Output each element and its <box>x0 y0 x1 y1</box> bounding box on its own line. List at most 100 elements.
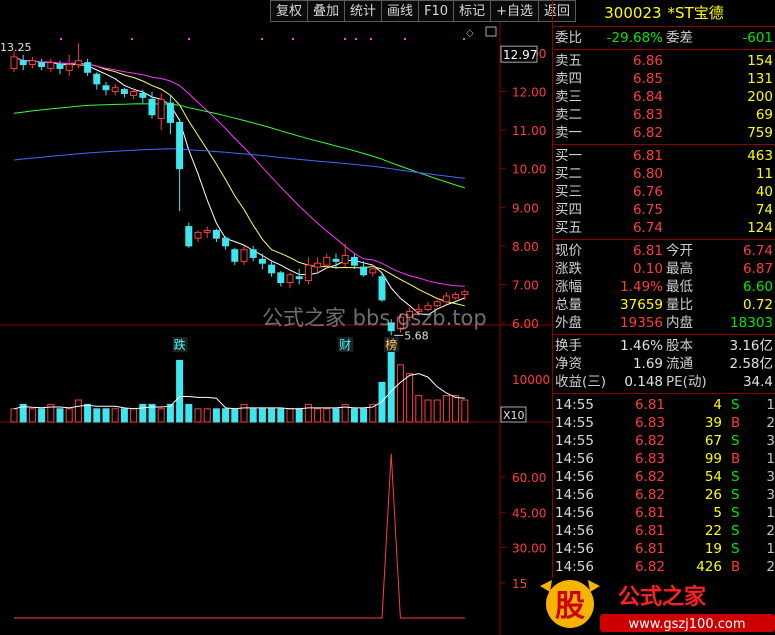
tick-qty: 5 <box>713 505 722 521</box>
sells-row: 卖四 6.85 131 <box>553 70 775 88</box>
stat-label: 涨跌 <box>555 261 582 277</box>
volume-bar <box>433 399 441 423</box>
stat-value: 37659 <box>620 297 663 313</box>
volume-bar <box>38 408 46 423</box>
sells-price: 6.86 <box>632 53 663 69</box>
tick-list[interactable]: 14:55 6.81 4 S 1 14:55 6.83 39 B 2 14:55 6.82 67 S 3 14… <box>553 396 775 576</box>
volume-bar <box>304 403 312 423</box>
volume-bar <box>268 408 276 423</box>
volume-bar <box>157 408 165 423</box>
fin-label: 流通 <box>666 356 693 372</box>
event-label: 跌 <box>174 337 186 352</box>
volume-bar <box>249 408 257 423</box>
volume-bar <box>194 408 202 423</box>
volume-bar <box>203 408 211 423</box>
mark-button[interactable]: 标记 <box>454 0 492 22</box>
tick-price: 6.83 <box>634 451 665 467</box>
buys-price: 6.75 <box>632 202 663 218</box>
fin-value: 0.148 <box>624 374 663 390</box>
diamond-icon[interactable]: ◇ <box>466 28 474 39</box>
price-axis-label: 9.00 <box>512 201 539 215</box>
sells-row: 卖二 6.83 69 <box>553 106 775 124</box>
stat-value: 1.49% <box>620 279 663 295</box>
candle-body <box>120 89 128 95</box>
price-axis-label: 8.00 <box>512 240 539 254</box>
candle-body <box>350 256 358 266</box>
tick-side: S <box>731 541 740 557</box>
stat-value: 18303 <box>730 315 773 331</box>
volume-bar <box>332 408 340 423</box>
volume-axis-label: 10000 <box>512 373 550 387</box>
volume-bar <box>56 408 64 423</box>
fin-row: 净资 1.69 流通 2.58亿 <box>553 355 775 373</box>
tick-count: 3 <box>766 433 775 449</box>
candle-body <box>47 62 55 69</box>
stat-row: 涨幅 1.49% 最低 6.60 <box>553 278 775 296</box>
candle-body <box>332 258 340 262</box>
volume-bar <box>231 408 239 423</box>
buy-orders: 买一 6.81 463 买二 6.80 11 买三 6.76 40 买四 6.75 74 买五 6.74 1… <box>553 147 775 237</box>
price-axis: 13.0012.0011.0010.009.008.007.006.0012.9… <box>500 45 546 331</box>
tick-count: 3 <box>766 487 775 503</box>
tick-row: 14:56 6.82 26 S 3 <box>553 486 775 504</box>
draw-line-button[interactable]: 画线 <box>382 0 420 22</box>
window-icon[interactable] <box>485 26 497 37</box>
candle-body <box>93 73 101 85</box>
financial-stats: 换手 1.46% 股本 3.16亿 净资 1.69 流通 2.58亿 收益(三) 0.148 PE(… <box>553 337 775 391</box>
fin-row: 换手 1.46% 股本 3.16亿 <box>553 337 775 355</box>
sells-label: 卖五 <box>555 53 582 69</box>
stat-label: 今开 <box>666 243 693 259</box>
volume-bar <box>240 403 248 423</box>
stock-title: 300023 *ST宝德 <box>553 0 775 27</box>
volume-bar <box>28 408 36 423</box>
watermark-center: 公式之家 bbs.gszb.top <box>262 306 487 330</box>
buys-volume: 11 <box>755 166 773 182</box>
buys-row: 买一 6.81 463 <box>553 147 775 165</box>
volume-bar <box>415 395 423 423</box>
sells-volume: 131 <box>747 71 773 87</box>
volume-bar <box>176 359 184 423</box>
price-axis-label: 7.00 <box>512 278 539 292</box>
overlay-button[interactable]: 叠加 <box>308 0 346 22</box>
tick-row: 14:55 6.83 39 B 2 <box>553 414 775 432</box>
tick-time: 14:55 <box>555 415 594 431</box>
candle-body <box>240 249 248 262</box>
candle-body <box>277 272 285 284</box>
candle-body <box>295 276 303 280</box>
signal-dot <box>404 38 406 40</box>
candle-body <box>130 91 138 96</box>
stat-label: 外盘 <box>555 315 582 331</box>
tick-row: 14:56 6.81 5 S 1 <box>553 504 775 522</box>
sells-label: 卖四 <box>555 71 582 87</box>
event-label: 榜 <box>385 337 397 352</box>
buys-row: 买二 6.80 11 <box>553 165 775 183</box>
signal-dot <box>344 38 346 40</box>
sells-price: 6.85 <box>632 71 663 87</box>
statistics-button[interactable]: 统计 <box>345 0 383 22</box>
candle-body <box>304 264 312 282</box>
buys-label: 买一 <box>555 148 582 164</box>
tick-side: B <box>731 451 741 467</box>
volume-bar <box>185 403 193 423</box>
brand-url: www.gszj100.com <box>628 617 745 632</box>
brand-char: 股 <box>555 589 585 624</box>
stat-label: 内盘 <box>666 315 693 331</box>
volume-bar <box>10 408 18 423</box>
indicator-axis-label: 15 <box>512 577 527 591</box>
volume-bar <box>258 408 266 423</box>
f10-button[interactable]: F10 <box>419 0 455 22</box>
candle-body <box>38 62 46 67</box>
stat-label: 最低 <box>666 279 693 295</box>
tick-time: 14:56 <box>555 541 594 557</box>
indicator-axis-label: 45.00 <box>512 506 546 520</box>
buys-volume: 463 <box>747 148 773 164</box>
indicator-axis-label: 60.00 <box>512 471 546 485</box>
fin-value: 1.46% <box>620 338 663 354</box>
add-watchlist-button[interactable]: +自选 <box>491 0 540 22</box>
fuquan-button[interactable]: 复权 <box>270 0 309 22</box>
ma5-line <box>13 56 465 316</box>
tick-qty: 426 <box>696 559 722 575</box>
quote-panel: 300023 *ST宝德 委比 -29.68% 委差 -601 卖五 6.86 154… <box>552 0 775 635</box>
sells-row: 卖三 6.84 200 <box>553 88 775 106</box>
signal-dot <box>261 38 263 40</box>
